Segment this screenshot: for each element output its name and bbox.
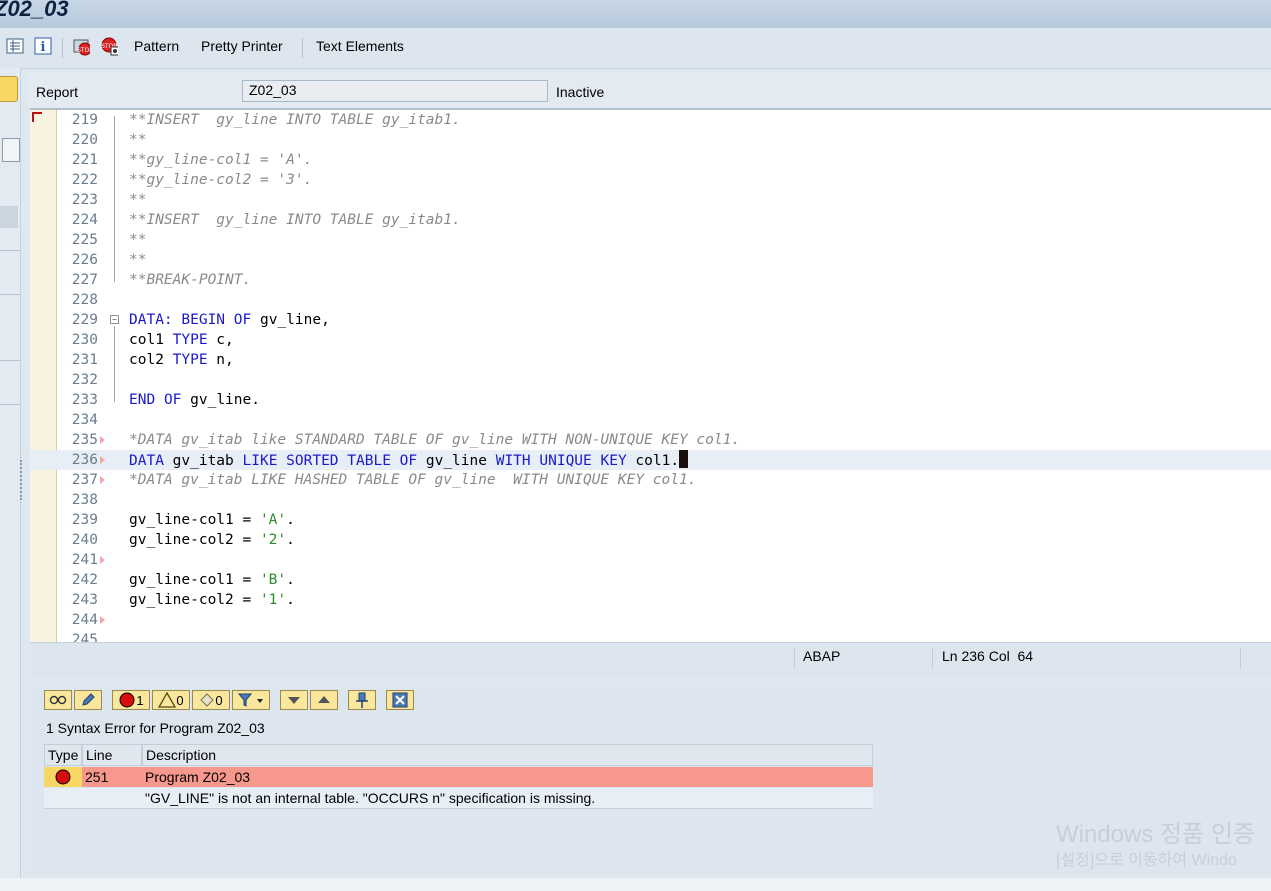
- language-indicator: ABAP: [803, 648, 841, 664]
- activation-watermark-title: Windows 정품 인증: [1056, 821, 1256, 848]
- column-header-type[interactable]: Type: [44, 744, 82, 766]
- error-filter-button[interactable]: 1: [112, 690, 150, 710]
- info-filter-button[interactable]: 0: [192, 690, 230, 710]
- code-line[interactable]: 234: [30, 410, 1271, 430]
- report-label: Report: [36, 84, 79, 100]
- error-program: Program Z02_03: [145, 769, 251, 785]
- column-header-description[interactable]: Description: [142, 744, 873, 766]
- line-marker-icon: [100, 436, 105, 444]
- side-panel-divider: [0, 250, 20, 251]
- pattern-button[interactable]: Pattern: [134, 38, 179, 54]
- warning-filter-button[interactable]: 0: [152, 690, 190, 710]
- code-line[interactable]: 226 **: [30, 250, 1271, 270]
- side-panel-tool-icon[interactable]: [2, 138, 20, 162]
- error-message: "GV_LINE" is not an internal table. "OCC…: [145, 790, 596, 806]
- warning-count: 0: [176, 692, 184, 708]
- text-cursor: [679, 450, 689, 468]
- svg-text:STOP: STOP: [77, 47, 90, 54]
- toolbar-separator: [302, 38, 303, 58]
- code-line[interactable]: 223 **: [30, 190, 1271, 210]
- code-line[interactable]: 243 gv_line-col2 = '1'.: [30, 590, 1271, 610]
- code-line[interactable]: 235 *DATA gv_itab like STANDARD TABLE OF …: [30, 430, 1271, 450]
- error-detail-row[interactable]: "GV_LINE" is not an internal table. "OCC…: [44, 788, 873, 809]
- window-title: Z02_03: [0, 0, 69, 21]
- code-line[interactable]: 238: [30, 490, 1271, 510]
- code-line[interactable]: 244: [30, 610, 1271, 630]
- info-count: 0: [215, 692, 223, 708]
- toolbar-separator: [62, 38, 63, 58]
- abap-code-editor[interactable]: 219 **INSERT gy_line INTO TABLE gy_itab1.…: [30, 108, 1271, 644]
- side-panel-divider: [0, 404, 20, 405]
- code-line[interactable]: 241: [30, 550, 1271, 570]
- code-line[interactable]: 221 **gy_line-col1 = 'A'.: [30, 150, 1271, 170]
- code-line[interactable]: 222 **gy_line-col2 = '3'.: [30, 170, 1271, 190]
- code-line[interactable]: 220 **: [30, 130, 1271, 150]
- error-line-number: 251: [85, 769, 109, 785]
- code-line[interactable]: 242 gv_line-col1 = 'B'.: [30, 570, 1271, 590]
- editor-status-bar: [30, 642, 1271, 677]
- fold-toggle-icon[interactable]: −: [110, 315, 119, 324]
- pane-splitter-handle[interactable]: [760, 680, 798, 693]
- svg-text:i: i: [41, 40, 46, 55]
- code-line[interactable]: 239 gv_line-col1 = 'A'.: [30, 510, 1271, 530]
- error-type-cell: [44, 767, 82, 787]
- error-count: 1: [136, 692, 144, 708]
- edit-pencil-icon[interactable]: [74, 690, 102, 710]
- status-separator: [794, 648, 795, 668]
- application-toolbar: i STOP STOP Pattern Pretty Printer Text …: [0, 28, 1271, 69]
- code-line[interactable]: 229− DATA: BEGIN OF gv_line,: [30, 310, 1271, 330]
- display-object-list-icon[interactable]: [6, 37, 24, 55]
- code-line[interactable]: 219 **INSERT gy_line INTO TABLE gy_itab1.: [30, 110, 1271, 130]
- bottom-status-strip: [0, 878, 1271, 891]
- program-header: [28, 72, 1271, 108]
- navigation-side-panel[interactable]: [0, 68, 22, 878]
- side-panel-tab[interactable]: [0, 76, 18, 102]
- column-header-line[interactable]: Line: [82, 744, 142, 766]
- status-separator: [1240, 648, 1241, 668]
- code-line[interactable]: 225 **: [30, 230, 1271, 250]
- previous-message-up-icon[interactable]: [310, 690, 338, 710]
- code-line[interactable]: 233 END OF gv_line.: [30, 390, 1271, 410]
- activation-status: Inactive: [556, 84, 605, 100]
- code-line[interactable]: 240 gv_line-col2 = '2'.: [30, 530, 1271, 550]
- code-line[interactable]: 230 col1 TYPE c,: [30, 330, 1271, 350]
- cursor-position: Ln 236 Col 64: [942, 648, 1034, 664]
- close-panel-icon[interactable]: [386, 690, 414, 710]
- code-line[interactable]: 232: [30, 370, 1271, 390]
- filter-dropdown-icon[interactable]: [232, 690, 270, 710]
- text-elements-button[interactable]: Text Elements: [316, 38, 404, 54]
- side-panel-item[interactable]: [0, 206, 18, 228]
- code-line[interactable]: 224 **INSERT gy_line INTO TABLE gy_itab1.: [30, 210, 1271, 230]
- code-line-current[interactable]: 236 DATA gv_itab LIKE SORTED TABLE OF gv_…: [30, 450, 1271, 470]
- set-breakpoint-icon[interactable]: STOP: [72, 37, 90, 56]
- error-icon: [55, 769, 71, 785]
- panel-resize-handle[interactable]: [20, 460, 25, 500]
- pin-icon[interactable]: [348, 690, 376, 710]
- line-marker-icon: [100, 556, 105, 564]
- line-marker-icon: [100, 616, 105, 624]
- next-message-down-icon[interactable]: [280, 690, 308, 710]
- side-panel-divider: [0, 294, 20, 295]
- report-name-field[interactable]: Z02_03: [242, 80, 548, 102]
- side-panel-divider: [0, 360, 20, 361]
- navigate-icon[interactable]: [44, 690, 72, 710]
- error-row[interactable]: 251 Program Z02_03: [44, 767, 873, 787]
- code-line[interactable]: 237 *DATA gv_itab LIKE HASHED TABLE OF gv…: [30, 470, 1271, 490]
- status-separator: [932, 648, 933, 668]
- code-line[interactable]: 231 col2 TYPE n,: [30, 350, 1271, 370]
- error-list-title: 1 Syntax Error for Program Z02_03: [46, 720, 265, 736]
- line-marker-icon: [100, 456, 105, 464]
- title-bar: [0, 0, 1271, 28]
- code-line[interactable]: 227 **BREAK-POINT.: [30, 270, 1271, 290]
- activation-watermark-subtitle: [설정]으로 이동하여 Windo: [1056, 852, 1237, 869]
- info-icon[interactable]: i: [34, 37, 52, 55]
- pretty-printer-button[interactable]: Pretty Printer: [201, 38, 283, 54]
- line-marker-icon: [100, 476, 105, 484]
- code-line[interactable]: 228: [30, 290, 1271, 310]
- session-breakpoint-icon[interactable]: STOP: [100, 37, 118, 56]
